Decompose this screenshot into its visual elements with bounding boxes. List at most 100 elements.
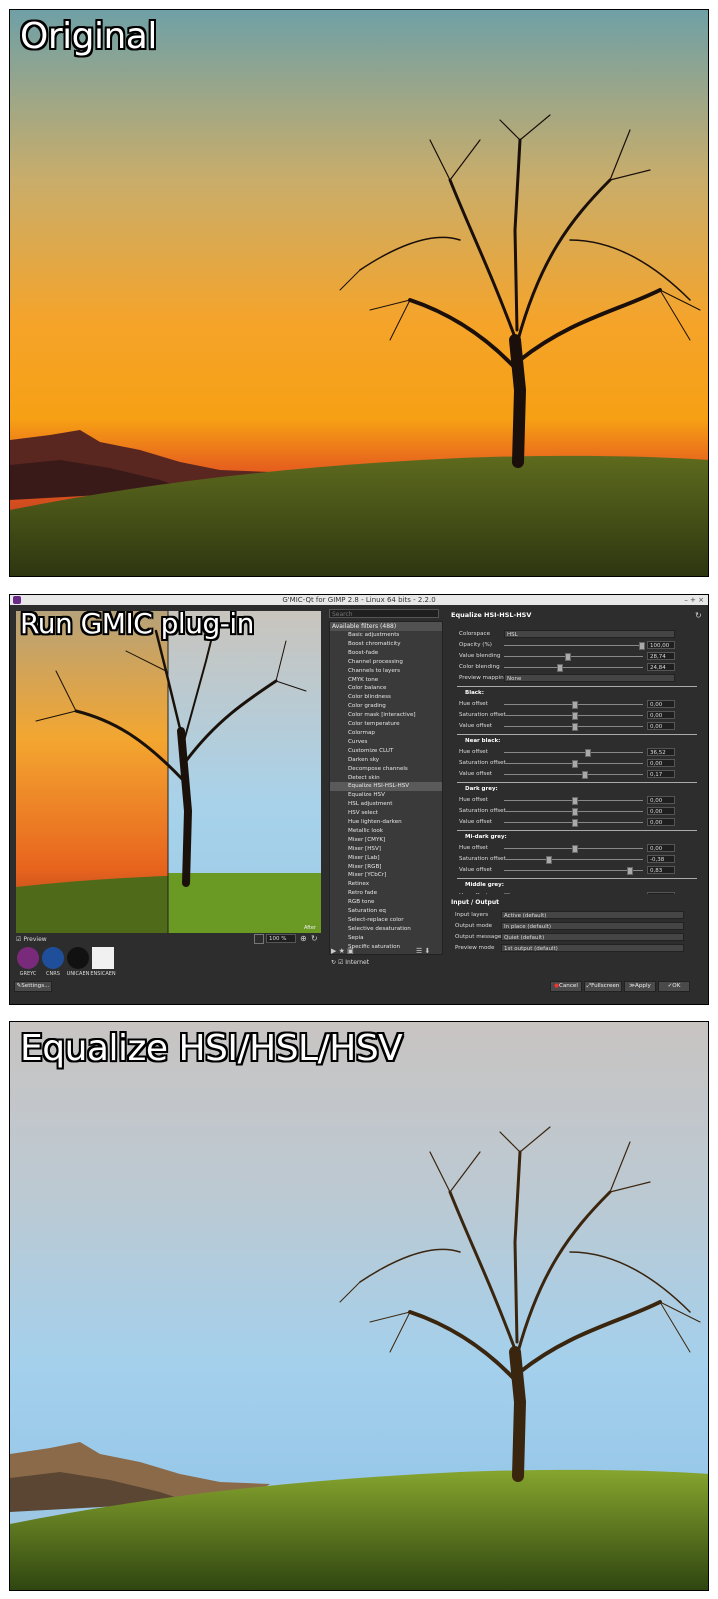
filter-tree[interactable]: Available filters (488) Basic adjustment… xyxy=(329,621,443,955)
slider-handle[interactable] xyxy=(545,856,552,864)
parameter-value-field[interactable]: 0,83 xyxy=(647,866,675,874)
parameter-value-field[interactable]: 100,00 xyxy=(647,641,675,649)
slider-handle[interactable] xyxy=(571,760,578,768)
filter-item[interactable]: Color mask [interactive] xyxy=(330,711,442,720)
filter-item[interactable]: Metallic look xyxy=(330,827,442,836)
filter-item[interactable]: Boost chromaticity xyxy=(330,640,442,649)
parameter-value-field[interactable]: 0,00 xyxy=(647,807,675,815)
parameter-value-field[interactable]: 0,00 xyxy=(647,700,675,708)
filter-item[interactable]: Retinex xyxy=(330,880,442,889)
filter-item[interactable]: Mixer [YCbCr] xyxy=(330,871,442,880)
slider-handle[interactable] xyxy=(582,771,589,779)
filter-item[interactable]: Color grading xyxy=(330,702,442,711)
io-select[interactable]: Quiet (default) xyxy=(501,933,684,941)
io-select[interactable]: 1st output (default) xyxy=(501,944,684,952)
slider-handle[interactable] xyxy=(571,701,578,709)
filter-item[interactable]: Hue lighten-darken xyxy=(330,818,442,827)
filter-item[interactable]: Select-replace color xyxy=(330,916,442,925)
colorspace-select[interactable]: HSL xyxy=(504,630,675,638)
parameter-value-field[interactable]: 0,00 xyxy=(647,818,675,826)
parameter-value-field[interactable]: 36,52 xyxy=(647,748,675,756)
search-input[interactable]: Search xyxy=(329,609,439,618)
filter-item[interactable]: Saturation eq xyxy=(330,907,442,916)
parameter-slider[interactable] xyxy=(504,867,643,875)
parameter-slider[interactable] xyxy=(504,642,645,650)
expand-icon[interactable]: ▶ xyxy=(331,947,336,955)
slider-handle[interactable] xyxy=(571,723,578,731)
slider-handle[interactable] xyxy=(564,653,571,661)
update-icon[interactable]: ↻ xyxy=(331,959,336,966)
parameter-slider[interactable] xyxy=(504,664,643,672)
download-icon[interactable]: ⬇ xyxy=(425,947,431,955)
filter-item[interactable]: Mixer [RGB] xyxy=(330,863,442,872)
fullscreen-button[interactable]: ⤢Fullscreen xyxy=(584,981,622,992)
parameter-slider[interactable] xyxy=(504,760,643,768)
parameter-slider[interactable] xyxy=(504,712,643,720)
favorite-icon[interactable]: ★ xyxy=(339,947,345,955)
apply-button[interactable]: ≫Apply xyxy=(624,981,656,992)
filter-item[interactable]: Color blindness xyxy=(330,693,442,702)
slider-handle[interactable] xyxy=(571,845,578,853)
parameter-value-field[interactable]: 0,00 xyxy=(647,711,675,719)
filter-item[interactable]: Channels to layers xyxy=(330,667,442,676)
parameter-slider[interactable] xyxy=(504,701,643,709)
zoom-field[interactable]: 100 % xyxy=(266,934,296,943)
parameter-value-field[interactable]: 0,00 xyxy=(647,722,675,730)
filter-item[interactable]: HSL adjustment xyxy=(330,800,442,809)
parameter-slider[interactable] xyxy=(504,723,643,731)
filter-item[interactable]: Colormap xyxy=(330,729,442,738)
parameter-value-field[interactable]: -180,00 xyxy=(647,892,675,894)
settings-button[interactable]: ✎Settings... xyxy=(14,981,52,992)
parameter-value-field[interactable]: 24,84 xyxy=(647,663,675,671)
parameter-value-field[interactable]: 28,74 xyxy=(647,652,675,660)
slider-handle[interactable] xyxy=(626,867,633,875)
filter-item[interactable]: Channel processing xyxy=(330,658,442,667)
filter-item[interactable]: CMYK tone xyxy=(330,676,442,685)
filter-item[interactable]: HSV select xyxy=(330,809,442,818)
window-controls[interactable]: – + × xyxy=(684,595,704,605)
filter-item[interactable]: Mixer [CMYK] xyxy=(330,836,442,845)
parameter-slider[interactable] xyxy=(504,819,643,827)
slider-handle[interactable] xyxy=(571,819,578,827)
slider-handle[interactable] xyxy=(504,893,510,894)
filter-item[interactable]: Equalize HSI-HSL-HSV xyxy=(330,782,442,792)
filter-item[interactable]: Boost-fade xyxy=(330,649,442,658)
slider-handle[interactable] xyxy=(639,642,645,650)
filter-item[interactable]: RGB tone xyxy=(330,898,442,907)
filter-item[interactable]: Equalize HSV xyxy=(330,791,442,800)
filter-item[interactable]: Color balance xyxy=(330,684,442,693)
parameter-value-field[interactable]: 0,00 xyxy=(647,759,675,767)
parameter-value-field[interactable]: 0,17 xyxy=(647,770,675,778)
parameter-value-field[interactable]: 0,00 xyxy=(647,796,675,804)
parameter-slider[interactable] xyxy=(504,771,643,779)
visibility-icon[interactable]: ▣ xyxy=(347,947,354,955)
filter-item[interactable]: Color temperature xyxy=(330,720,442,729)
refresh-icon[interactable]: ↻ xyxy=(311,934,318,943)
slider-handle[interactable] xyxy=(556,664,563,672)
parameter-slider[interactable] xyxy=(504,856,643,864)
slider-handle[interactable] xyxy=(585,749,591,757)
parameter-slider[interactable] xyxy=(504,845,643,853)
filter-item[interactable]: Customize CLUT xyxy=(330,747,442,756)
list-icon[interactable]: ☰ xyxy=(416,947,422,955)
parameter-value-field[interactable]: -0,38 xyxy=(647,855,675,863)
filter-item[interactable]: Selective desaturation xyxy=(330,925,442,934)
filter-item[interactable]: Darken sky xyxy=(330,756,442,765)
filter-item[interactable]: Mixer [Lab] xyxy=(330,854,442,863)
parameter-slider[interactable] xyxy=(504,749,643,757)
reset-params-icon[interactable]: ↻ xyxy=(695,611,702,620)
filter-item[interactable]: Basic adjustments xyxy=(330,631,442,640)
slider-handle[interactable] xyxy=(571,808,578,816)
filter-item[interactable]: Detect skin xyxy=(330,774,442,783)
parameter-value-field[interactable]: 0,00 xyxy=(647,844,675,852)
filter-item[interactable]: Retro fade xyxy=(330,889,442,898)
filter-item[interactable]: Decompose channels xyxy=(330,765,442,774)
zoom-in-icon[interactable]: ⊕ xyxy=(300,934,307,943)
internet-row[interactable]: ↻ ☑ Internet xyxy=(331,959,369,966)
filter-item[interactable]: Sepia xyxy=(330,934,442,943)
io-select[interactable]: Active (default) xyxy=(501,911,684,919)
ok-button[interactable]: ✓OK xyxy=(658,981,690,992)
parameter-slider[interactable] xyxy=(504,808,643,816)
preview-mapping-select[interactable]: None xyxy=(504,674,675,682)
io-select[interactable]: In place (default) xyxy=(501,922,684,930)
